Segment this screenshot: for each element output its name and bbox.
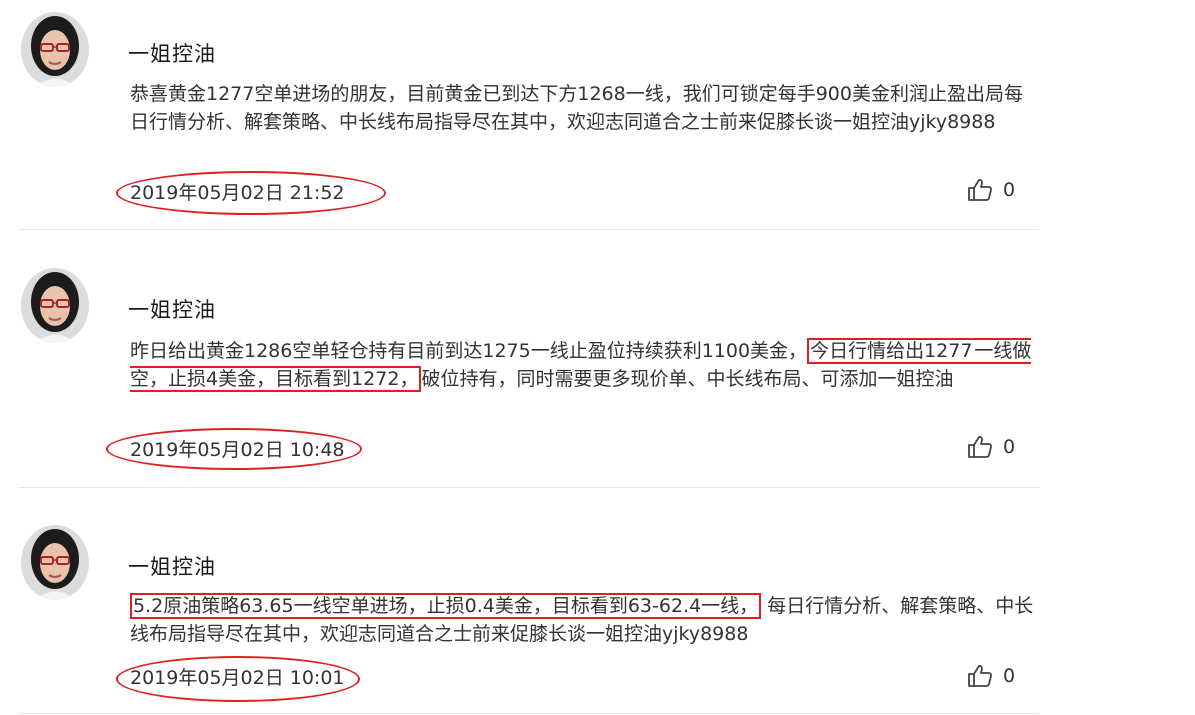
divider [19, 713, 1039, 714]
post-timestamp: 2019年05月02日 21:52 [130, 182, 345, 204]
comment-content: 5.2原油策略63.65一线空单进场，止损0.4美金，目标看到63-62.4一线… [130, 592, 1040, 648]
like-count: 0 [1003, 179, 1016, 201]
avatar[interactable] [21, 12, 89, 87]
divider [19, 229, 1039, 230]
comment-content: 昨日给出黄金1286空单轻仓持有目前到达1275一线止盈位持续获利1100美金，… [130, 337, 1040, 393]
comment-content: 恭喜黄金1277空单进场的朋友，目前黄金已到达下方1268一线，我们可锁定每手9… [130, 80, 1040, 136]
thumbs-up-icon [968, 436, 992, 458]
thumbs-up-icon [968, 179, 992, 201]
like-count: 0 [1003, 665, 1016, 687]
author-name[interactable]: 一姐控油 [128, 38, 216, 68]
author-name[interactable]: 一姐控油 [128, 551, 216, 581]
post-timestamp: 2019年05月02日 10:01 [130, 667, 345, 689]
content-text: 破位持有，同时需要更多现价单、中长线布局、可添加一姐控油 [421, 368, 954, 390]
divider [19, 487, 1039, 488]
like-count: 0 [1003, 436, 1016, 458]
avatar[interactable] [21, 268, 89, 343]
highlighted-strategy-text: 今日行情给出1277 [807, 338, 974, 364]
like-button[interactable]: 0 [967, 178, 1015, 202]
post-timestamp: 2019年05月02日 10:48 [130, 439, 345, 461]
avatar[interactable] [21, 525, 89, 600]
author-name[interactable]: 一姐控油 [128, 294, 216, 324]
highlighted-strategy-text: 5.2原油策略63.65一线空单进场，止损0.4美金，目标看到63-62.4一线… [130, 593, 762, 619]
thumbs-up-icon [968, 665, 992, 687]
like-button[interactable]: 0 [967, 664, 1015, 688]
content-text: 昨日给出黄金1286空单轻仓持有目前到达1275一线止盈位持续获利1100美金， [130, 340, 808, 362]
like-button[interactable]: 0 [967, 435, 1015, 459]
content-text: 恭喜黄金1277空单进场的朋友，目前黄金已到达下方1268一线，我们可锁定每手9… [130, 83, 1023, 133]
